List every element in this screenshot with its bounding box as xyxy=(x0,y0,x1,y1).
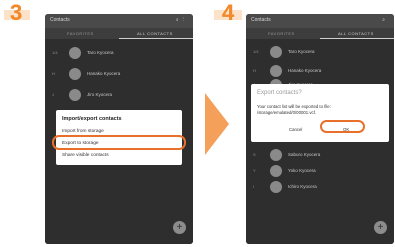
search-icon[interactable]: ⌕ xyxy=(382,17,389,23)
contact-name: Jiro Kyocera xyxy=(87,92,113,97)
contact-name: Hanako Kyocera xyxy=(87,71,121,76)
avatar xyxy=(270,181,282,193)
app-bar-icons: ⌕ xyxy=(382,17,389,23)
tab-bar: FAVORITES ALL CONTACTS xyxy=(45,28,193,39)
list-item[interactable]: S Saburo Kyocera xyxy=(246,147,394,163)
add-contact-fab[interactable]: + xyxy=(374,221,387,234)
tab-all-contacts[interactable]: ALL CONTACTS xyxy=(137,31,173,36)
contact-name: Ichiro Kyocera xyxy=(288,184,317,189)
phone-screen-step-4: Contacts ⌕ FAVORITES ALL CONTACTS 1/4 Tar… xyxy=(246,14,394,244)
avatar xyxy=(69,68,81,80)
tab-all-contacts[interactable]: ALL CONTACTS xyxy=(338,31,374,36)
step-4-number: 4 xyxy=(222,0,234,26)
app-bar: Contacts ⌕ xyxy=(246,14,394,28)
next-step-arrow xyxy=(205,93,229,155)
export-highlight-ring xyxy=(52,135,186,150)
export-contacts-dialog: Export contacts? Your contact list will … xyxy=(251,84,389,142)
import-from-storage-option[interactable]: Import from storage xyxy=(62,129,104,134)
app-title: Contacts xyxy=(50,17,70,23)
list-item[interactable]: Y Yoko Kyocera xyxy=(246,163,394,179)
contact-name: Taro Kyocera xyxy=(288,49,315,54)
app-bar-icons: ⌕⋮ xyxy=(176,17,188,23)
avatar xyxy=(69,47,81,59)
dialog-title: Export contacts? xyxy=(257,90,302,96)
tab-bar: FAVORITES ALL CONTACTS xyxy=(246,28,394,39)
search-icon[interactable]: ⌕ xyxy=(176,17,183,23)
share-visible-contacts-option[interactable]: Share visible contacts xyxy=(62,153,109,158)
dialog-title: Import/export contacts xyxy=(62,116,122,122)
avatar xyxy=(270,149,282,161)
step-3-number: 3 xyxy=(10,0,22,26)
app-title: Contacts xyxy=(251,17,271,23)
list-index: S xyxy=(253,152,256,157)
dialog-message: Your contact list will be exported to fi… xyxy=(257,104,331,115)
tutorial-stage: 3 4 Contacts ⌕⋮ FAVORITES ALL CONTACTS 1… xyxy=(0,0,395,247)
contact-name: Yoko Kyocera xyxy=(288,168,316,173)
list-index: H xyxy=(253,68,256,73)
list-index: J xyxy=(52,92,54,97)
list-item[interactable]: 1/4 Taro Kyocera xyxy=(246,44,394,60)
contact-name: Saburo Kyocera xyxy=(288,152,321,157)
list-index: 1/4 xyxy=(52,50,58,55)
contact-name: Taro Kyocera xyxy=(87,50,114,55)
contact-name: Hanako Kyocera xyxy=(288,68,322,73)
step-3-label: 3 xyxy=(10,0,23,25)
tab-favorites[interactable]: FAVORITES xyxy=(268,31,295,36)
list-item[interactable]: 1/4 Taro Kyocera xyxy=(45,45,193,61)
list-index: H xyxy=(52,71,55,76)
avatar xyxy=(69,89,81,101)
list-item[interactable]: H Hanako Kyocera xyxy=(45,66,193,82)
app-bar: Contacts ⌕⋮ xyxy=(45,14,193,28)
tab-favorites[interactable]: FAVORITES xyxy=(67,31,94,36)
list-item[interactable]: J Jiro Kyocera xyxy=(45,87,193,103)
add-contact-fab[interactable]: + xyxy=(173,221,186,234)
list-item[interactable]: I Ichiro Kyocera xyxy=(246,179,394,195)
list-index: I xyxy=(253,184,255,189)
avatar xyxy=(270,165,282,177)
list-index: 1/4 xyxy=(253,49,259,54)
avatar xyxy=(270,46,282,58)
avatar xyxy=(270,65,282,77)
step-4-label: 4 xyxy=(222,0,235,25)
ok-highlight-ring xyxy=(320,120,365,133)
phone-screen-step-3: Contacts ⌕⋮ FAVORITES ALL CONTACTS 1/4 Ta… xyxy=(45,14,193,244)
list-index: Y xyxy=(253,168,256,173)
cancel-button[interactable]: Cancel xyxy=(289,127,302,132)
more-vert-icon[interactable]: ⋮ xyxy=(183,17,188,23)
